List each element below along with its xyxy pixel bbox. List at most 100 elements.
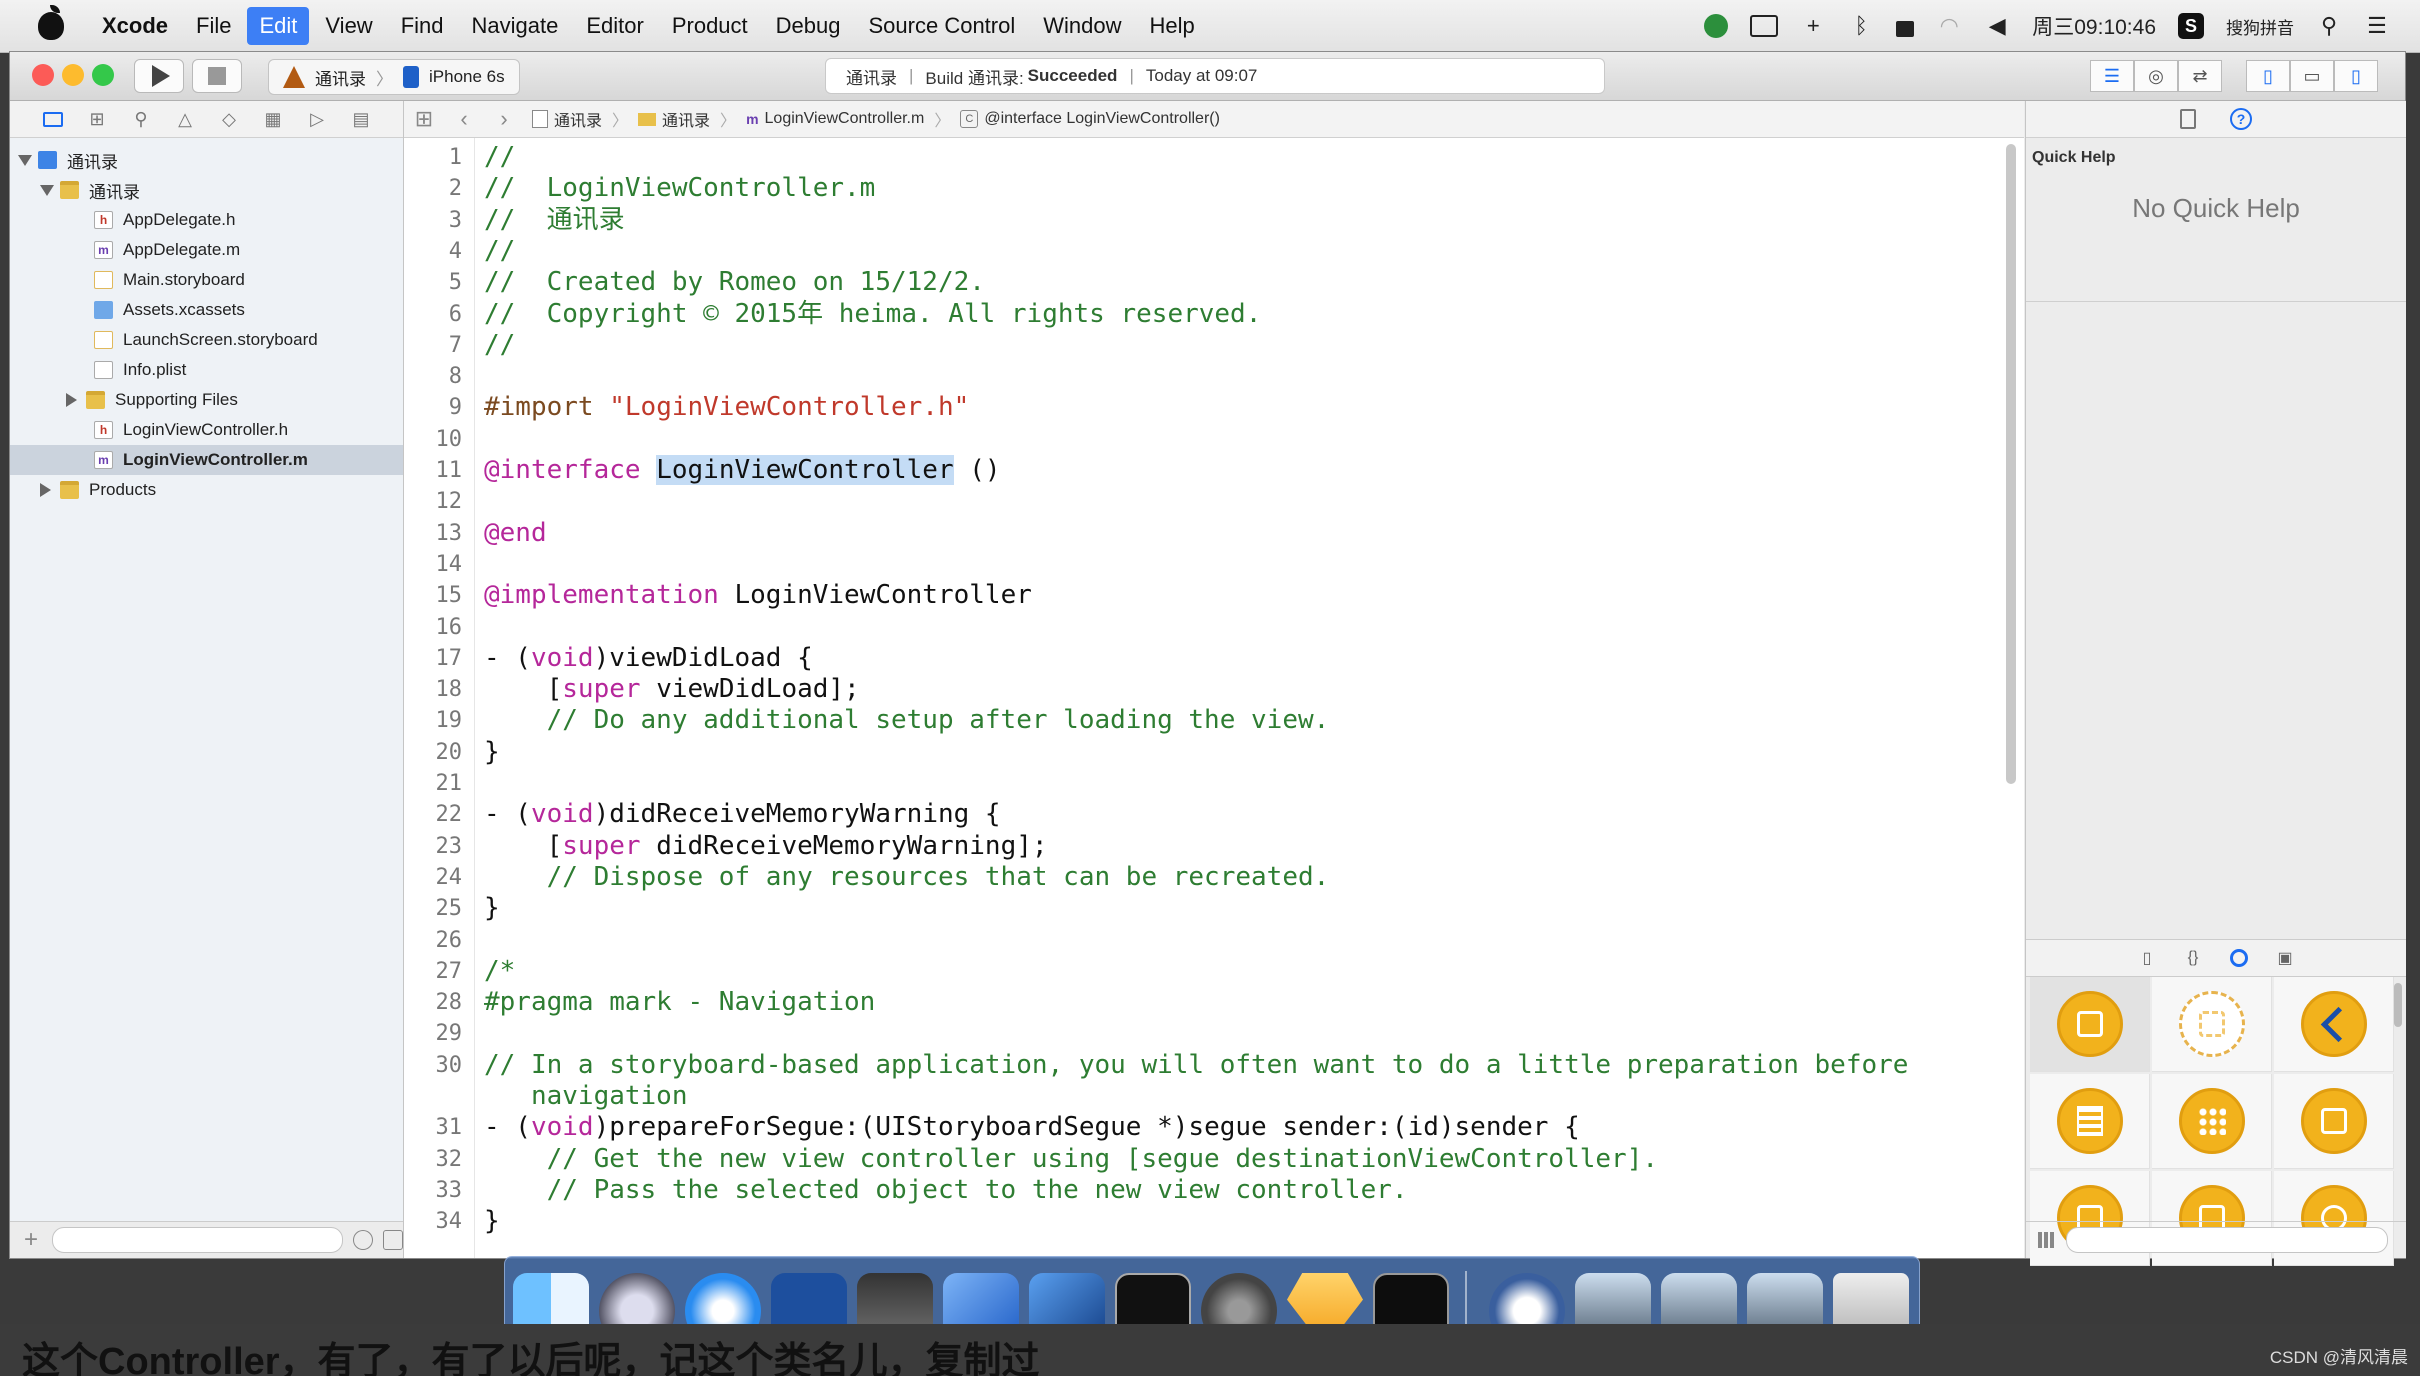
code-line[interactable]: // Copyright © 2015年 heima. All rights r… xyxy=(484,299,1261,330)
apple-menu-icon[interactable] xyxy=(38,5,64,40)
code-line[interactable]: [super viewDidLoad]; xyxy=(484,674,860,705)
assistant-editor-icon[interactable]: ◎ xyxy=(2134,60,2178,92)
breadcrumb-file[interactable]: m LoginViewController.m xyxy=(746,110,924,128)
disclosure-triangle-icon[interactable] xyxy=(66,393,77,407)
app-menu[interactable]: Xcode xyxy=(90,7,180,45)
close-window-button[interactable] xyxy=(32,64,54,86)
library-object-storyboard-reference[interactable] xyxy=(2152,977,2272,1072)
code-line[interactable]: - (void)viewDidLoad { xyxy=(484,643,813,674)
code-line[interactable]: // xyxy=(484,330,515,361)
file-template-library-icon[interactable]: ▯ xyxy=(2138,949,2156,967)
plus-icon[interactable]: + xyxy=(1800,13,1826,38)
toggle-navigator-icon[interactable]: ▯ xyxy=(2246,60,2290,92)
library-filter-field[interactable] xyxy=(2066,1227,2388,1253)
menu-help[interactable]: Help xyxy=(1138,7,1207,45)
toggle-utilities-icon[interactable]: ▯ xyxy=(2334,60,2378,92)
breadcrumb-symbol[interactable]: C @interface LoginViewController() xyxy=(960,110,1220,128)
test-navigator-tab-icon[interactable]: ◇ xyxy=(218,108,240,130)
scheme-selector[interactable]: 通讯录 〉 iPhone 6s xyxy=(268,59,520,95)
symbol-navigator-tab-icon[interactable]: ⊞ xyxy=(86,108,108,130)
code-line[interactable]: @end xyxy=(484,518,547,549)
code-line[interactable]: } xyxy=(484,893,500,924)
library-object-collection-view-controller[interactable] xyxy=(2152,1074,2272,1169)
input-method-icon[interactable]: S xyxy=(2178,13,2204,39)
library-scrollbar[interactable] xyxy=(2394,983,2402,1027)
code-line[interactable]: [super didReceiveMemoryWarning]; xyxy=(484,831,1048,862)
library-object-table-view-controller[interactable] xyxy=(2030,1074,2150,1169)
add-file-icon[interactable]: + xyxy=(24,1226,38,1254)
project-navigator-tab-icon[interactable] xyxy=(42,108,64,130)
navigator-filter-field[interactable] xyxy=(52,1227,344,1253)
zoom-window-button[interactable] xyxy=(92,64,114,86)
code-line[interactable]: } xyxy=(484,737,500,768)
bluetooth-icon[interactable]: ᛒ xyxy=(1848,13,1874,38)
breadcrumb-group[interactable]: 通讯录 xyxy=(638,107,710,131)
code-line[interactable]: // Get the new view controller using [se… xyxy=(484,1144,1658,1175)
file-tree-row[interactable]: m LoginViewController.m xyxy=(10,445,403,475)
code-line[interactable]: @implementation LoginViewController xyxy=(484,580,1032,611)
minimize-window-button[interactable] xyxy=(62,64,84,86)
file-tree-row[interactable]: Products xyxy=(10,475,403,505)
code-line[interactable]: // 通讯录 xyxy=(484,205,625,236)
clock[interactable]: 周三09:10:46 xyxy=(2032,11,2156,41)
menu-editor[interactable]: Editor xyxy=(574,7,655,45)
code-line[interactable]: #import "LoginViewController.h" xyxy=(484,392,969,423)
menu-view[interactable]: View xyxy=(313,7,384,45)
run-button[interactable] xyxy=(134,59,184,93)
source-editor[interactable]: 1 2 3 4 5 6 7 8 9 10 11 12 13 14 15 16 17 18 19 20 21 22 23 24 2… xyxy=(404,138,2024,1258)
file-tree-row[interactable]: 通讯录 xyxy=(10,175,403,205)
menu-product[interactable]: Product xyxy=(660,7,760,45)
code-line[interactable]: // In a storyboard-based application, yo… xyxy=(484,1050,1908,1081)
version-editor-icon[interactable]: ⇄ xyxy=(2178,60,2222,92)
file-tree-row[interactable]: h AppDelegate.h xyxy=(10,205,403,235)
issue-navigator-tab-icon[interactable]: △ xyxy=(174,108,196,130)
code-line[interactable]: @interface LoginViewController () xyxy=(484,455,1001,486)
code-line[interactable]: #pragma mark - Navigation xyxy=(484,987,875,1018)
disclosure-triangle-icon[interactable] xyxy=(40,184,54,196)
file-tree-row[interactable]: Supporting Files xyxy=(10,385,403,415)
back-icon[interactable]: ‹ xyxy=(444,106,484,132)
forward-icon[interactable]: › xyxy=(484,106,524,132)
notification-center-icon[interactable]: ☰ xyxy=(2364,13,2390,38)
stop-button[interactable] xyxy=(192,59,242,93)
object-library-icon[interactable] xyxy=(2230,949,2248,967)
library-object-tab-bar-controller[interactable] xyxy=(2274,1074,2394,1169)
grid-view-icon[interactable] xyxy=(2038,1232,2056,1248)
menu-navigate[interactable]: Navigate xyxy=(460,7,571,45)
file-tree-row[interactable]: h LoginViewController.h xyxy=(10,415,403,445)
file-tree-row[interactable]: Assets.xcassets xyxy=(10,295,403,325)
debug-navigator-tab-icon[interactable]: ▦ xyxy=(262,108,284,130)
code-line[interactable]: // Created by Romeo on 15/12/2. xyxy=(484,267,985,298)
code-line[interactable]: // Do any additional setup after loading… xyxy=(484,705,1330,736)
find-navigator-tab-icon[interactable]: ⚲ xyxy=(130,108,152,130)
code-line[interactable]: // xyxy=(484,236,515,267)
file-tree-row[interactable]: m AppDelegate.m xyxy=(10,235,403,265)
file-tree-row[interactable]: Info.plist xyxy=(10,355,403,385)
code-line[interactable]: // xyxy=(484,142,515,173)
menu-find[interactable]: Find xyxy=(389,7,456,45)
standard-editor-icon[interactable]: ☰ xyxy=(2090,60,2134,92)
code-line[interactable]: // Pass the selected object to the new v… xyxy=(484,1175,1408,1206)
code-line[interactable]: // LoginViewController.m xyxy=(484,173,875,204)
spotlight-search-icon[interactable]: ⚲ xyxy=(2316,13,2342,38)
file-tree-row[interactable]: LaunchScreen.storyboard xyxy=(10,325,403,355)
code-line[interactable]: - (void)prepareForSegue:(UIStoryboardSeg… xyxy=(484,1112,1580,1143)
code-line[interactable]: // Dispose of any resources that can be … xyxy=(484,862,1330,893)
related-items-icon[interactable]: ⊞ xyxy=(404,106,444,132)
volume-icon[interactable]: ◀ xyxy=(1984,13,2010,38)
menu-window[interactable]: Window xyxy=(1031,7,1133,45)
scm-filter-icon[interactable] xyxy=(383,1230,403,1250)
disclosure-triangle-icon[interactable] xyxy=(18,154,32,166)
breakpoint-navigator-tab-icon[interactable]: ▷ xyxy=(306,108,328,130)
status-green-icon[interactable] xyxy=(1704,14,1729,38)
menu-file[interactable]: File xyxy=(184,7,243,45)
code-line[interactable]: - (void)didReceiveMemoryWarning { xyxy=(484,799,1001,830)
code-line[interactable]: navigation xyxy=(484,1081,688,1112)
file-inspector-icon[interactable] xyxy=(2180,109,2196,129)
editor-scrollbar[interactable] xyxy=(2006,144,2016,784)
toggle-debug-area-icon[interactable]: ▭ xyxy=(2290,60,2334,92)
file-tree-row[interactable]: 通讯录 xyxy=(10,145,403,175)
menu-source-control[interactable]: Source Control xyxy=(857,7,1028,45)
media-library-icon[interactable]: ▣ xyxy=(2276,949,2294,967)
disclosure-triangle-icon[interactable] xyxy=(40,483,51,497)
